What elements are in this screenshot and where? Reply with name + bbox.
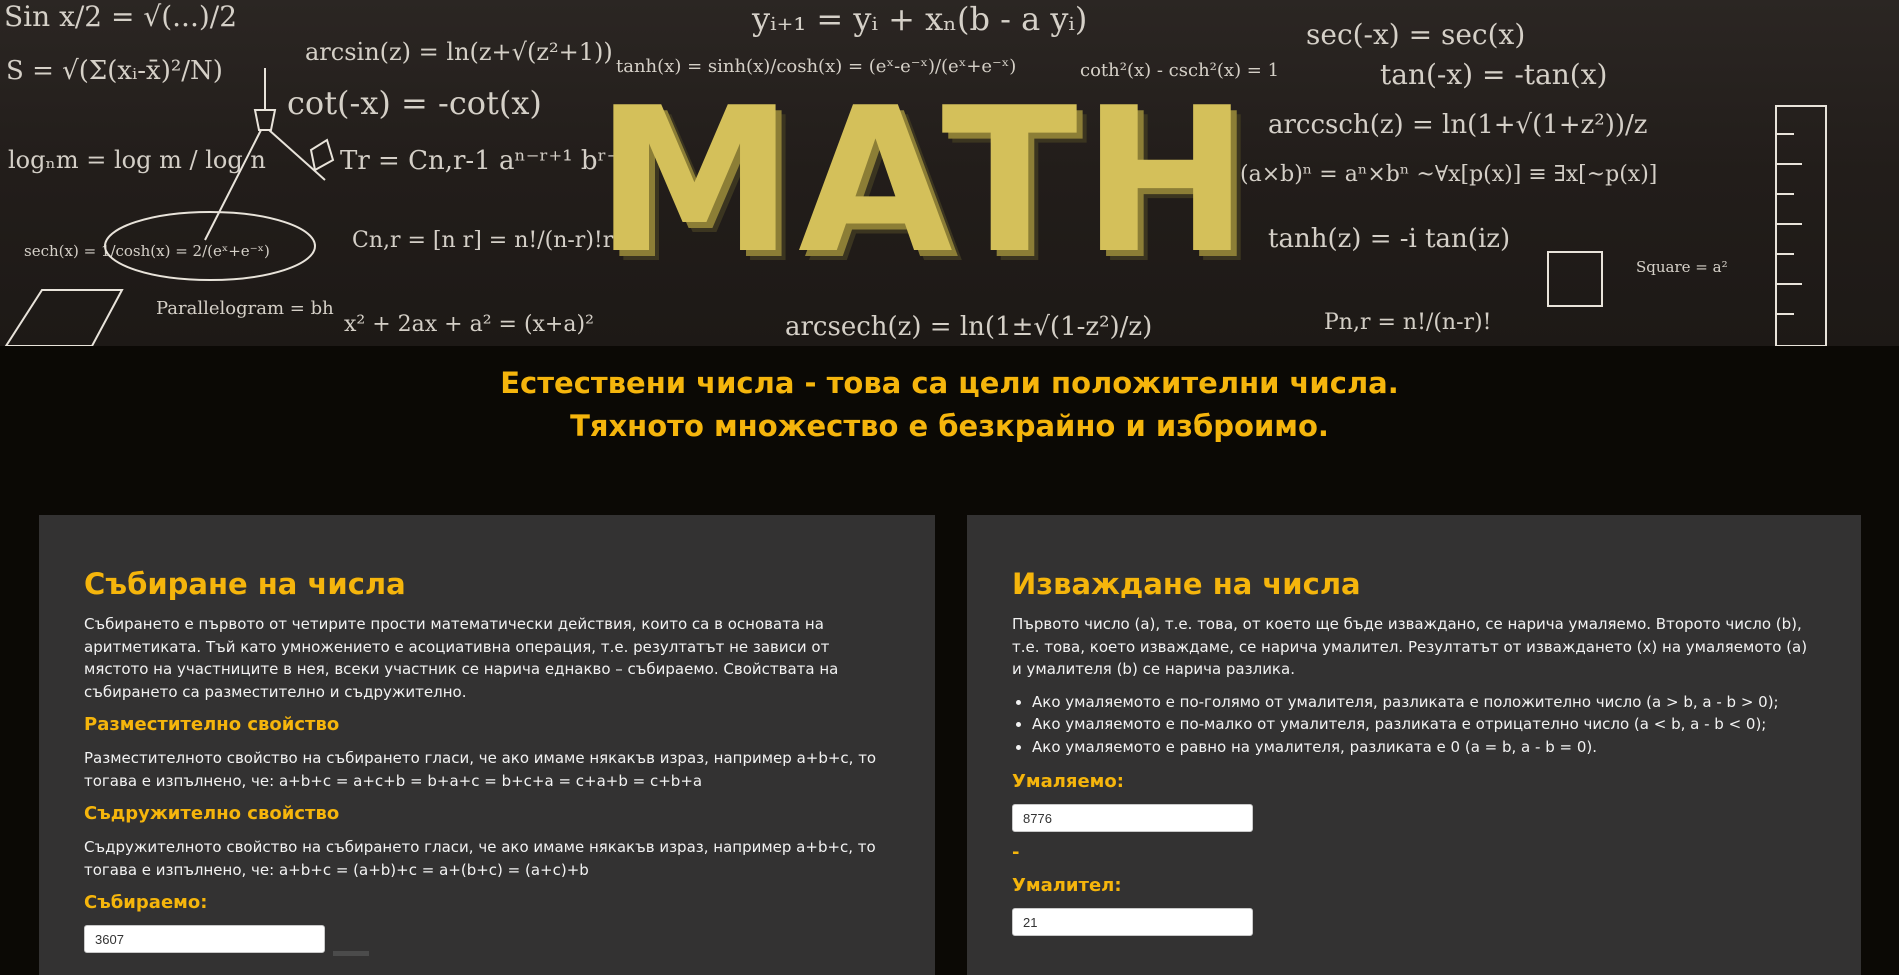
formula: Cn,r = [n r] = n!/(n-r)!r! [352, 228, 623, 253]
formula: S = √(Σ(xᵢ-x̄)²/N) [6, 56, 223, 86]
hero-banner: Sin x/2 = √(...)/2 S = √(Σ(xᵢ-x̄)²/N) ar… [0, 0, 1899, 346]
subtraction-card: Изваждане на числа Първото число (a), т.… [967, 515, 1861, 975]
addend-input[interactable] [84, 925, 325, 953]
list-item: Ако умаляемото е равно на умалителя, раз… [1032, 736, 1817, 759]
formula: Square = a² [1636, 258, 1728, 276]
addition-description: Събирането е първото от четирите прости … [84, 615, 839, 701]
formula: yᵢ₊₁ = yᵢ + xₙ(b - a yᵢ) [752, 0, 1088, 38]
intro-line-1: Естествени числа - това са цели положите… [500, 366, 1399, 400]
list-item: Ако умаляемото е по-малко от умалителя, … [1032, 713, 1817, 736]
hero-title: MATH [595, 65, 1254, 298]
addend-label: Събираемо: [84, 892, 208, 913]
formula: Tr = Cn,r-1 aⁿ⁻ʳ⁺¹ bʳ⁻¹ [340, 146, 631, 176]
minuend-input[interactable] [1012, 804, 1253, 832]
formula: (a×b)ⁿ = aⁿ×bⁿ ~∀x[p(x)] ≡ ∃x[~p(x)] [1240, 162, 1658, 187]
subtraction-title: Изваждане на числа [1012, 567, 1361, 601]
associative-title: Съдружително свойство [84, 803, 340, 824]
ruler-drawing-icon [1775, 105, 1827, 346]
minuend-label: Умаляемо: [1012, 771, 1124, 792]
addition-card: Събиране на числа Събирането е първото о… [39, 515, 935, 975]
subtraction-rules: Ако умаляемото е по-голямо от умалителя,… [1032, 691, 1817, 759]
formula: arccsch(z) = ln(1+√(1+z²))/z [1268, 110, 1648, 140]
formula: tan(-x) = -tan(x) [1380, 58, 1608, 91]
formula: Sin x/2 = √(...)/2 [4, 0, 238, 33]
ellipse-drawing-icon [104, 211, 316, 281]
subtrahend-input[interactable] [1012, 908, 1253, 936]
formula: arcsin(z) = ln(z+√(z²+1)) [305, 38, 613, 66]
intro-heading: Естествени числа - това са цели положите… [0, 362, 1899, 448]
commutative-text: Разместителното свойство на събирането г… [84, 749, 877, 790]
intro-line-2: Тяхното множество е безкрайно и изброимо… [570, 409, 1329, 443]
formula: tanh(z) = -i tan(iz) [1268, 224, 1511, 254]
parallelogram-drawing-icon [4, 289, 124, 346]
subtraction-description: Първото число (a), т.е. това, от което щ… [1012, 615, 1808, 678]
formula: Pn,r = n!/(n-r)! [1324, 310, 1492, 335]
formula: x² + 2ax + a² = (x+a)² [344, 312, 594, 337]
horizontal-scrollbar-thumb[interactable] [333, 951, 369, 956]
commutative-title: Разместително свойство [84, 714, 340, 735]
list-item: Ако умаляемото е по-голямо от умалителя,… [1032, 691, 1817, 714]
square-drawing-icon [1547, 251, 1603, 307]
formula: sec(-x) = sec(x) [1306, 18, 1526, 51]
subtrahend-label: Умалител: [1012, 875, 1122, 896]
formula: arcsech(z) = ln(1±√(1-z²)/z) [785, 312, 1153, 342]
addition-title: Събиране на числа [84, 567, 406, 601]
minus-operator: - [1012, 842, 1020, 863]
associative-text: Съдружителното свойство на събирането гл… [84, 838, 876, 879]
formula: Parallelogram = bh [156, 298, 334, 319]
